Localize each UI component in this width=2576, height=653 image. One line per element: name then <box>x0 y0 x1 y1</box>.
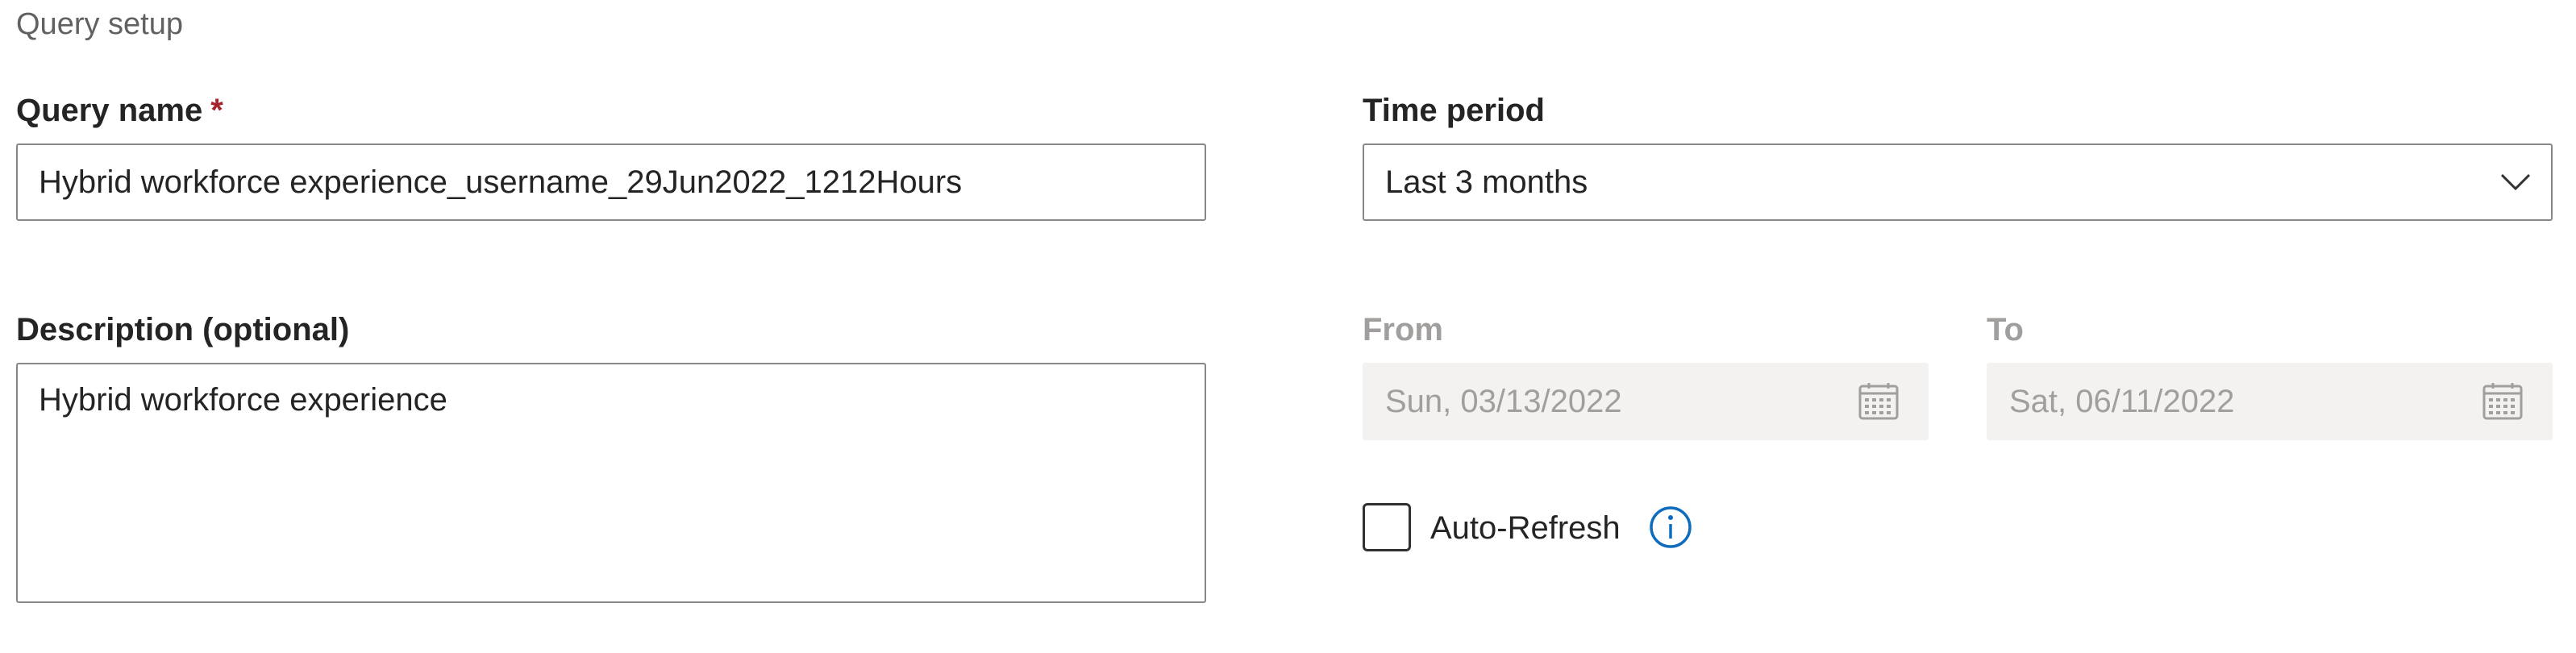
auto-refresh-checkbox[interactable] <box>1363 503 1411 551</box>
query-name-label-text: Query name <box>16 93 203 128</box>
auto-refresh-label: Auto-Refresh <box>1430 510 1621 546</box>
description-textarea[interactable]: Hybrid workforce experience <box>16 363 1206 603</box>
section-title: Query setup <box>16 7 183 41</box>
description-label: Description (optional) <box>16 312 350 347</box>
info-icon[interactable] <box>1648 505 1693 550</box>
from-label: From <box>1363 312 1443 347</box>
from-date-value: Sun, 03/13/2022 <box>1385 383 1622 419</box>
query-name-label: Query name * <box>16 90 223 131</box>
to-date-value: Sat, 06/11/2022 <box>2009 383 2235 419</box>
query-name-value: Hybrid workforce experience_username_29J… <box>39 164 963 200</box>
from-date-input[interactable]: Sun, 03/13/2022 <box>1363 363 1929 440</box>
calendar-icon[interactable] <box>2482 382 2524 421</box>
description-value: Hybrid workforce experience <box>39 382 447 418</box>
to-label: To <box>1987 312 2024 347</box>
time-period-label: Time period <box>1363 93 1545 128</box>
calendar-icon[interactable] <box>1858 382 1900 421</box>
time-period-selected: Last 3 months <box>1385 164 1588 200</box>
required-asterisk: * <box>210 93 223 128</box>
query-name-input[interactable]: Hybrid workforce experience_username_29J… <box>16 143 1206 221</box>
time-period-dropdown[interactable]: Last 3 months <box>1363 143 2553 221</box>
to-date-input[interactable]: Sat, 06/11/2022 <box>1987 363 2553 440</box>
chevron-down-icon <box>2500 173 2531 191</box>
